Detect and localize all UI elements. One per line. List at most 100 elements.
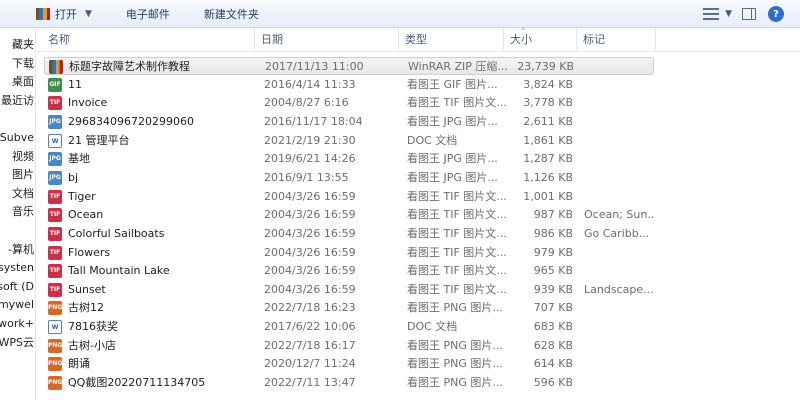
file-name: 7816获奖 — [68, 320, 118, 334]
open-button[interactable]: 打开 ▼ — [30, 3, 98, 25]
nav-item[interactable]: soft (D — [0, 279, 35, 295]
file-row[interactable]: GIF 11 2016/4/14 11:33 看图王 GIF 图片... 3,824 K… — [44, 76, 652, 94]
new-folder-button[interactable]: 新建文件夹 — [198, 3, 265, 25]
nav-item[interactable]: 藏夹 — [0, 37, 35, 53]
nav-item[interactable]: -算机 — [0, 242, 35, 258]
doc-file-icon: W — [48, 320, 62, 335]
file-size: 986 KB — [533, 226, 573, 240]
nav-item[interactable]: 视频 — [0, 149, 35, 165]
file-size: 1,001 KB — [523, 189, 573, 203]
nav-item[interactable]: Subve — [0, 130, 35, 146]
file-row[interactable]: PNG 古树-小店 2022/7/18 16:17 看图王 PNG 图片... 628 … — [44, 337, 652, 355]
nav-item[interactable]: WPS云 — [0, 335, 35, 351]
file-date: 2016/11/17 18:04 — [264, 114, 363, 128]
file-row[interactable]: JPG bj 2016/9/1 13:55 看图王 JPG 图片... 1,126 KB — [44, 169, 652, 187]
file-name: 11 — [68, 77, 82, 91]
file-type: 看图王 PNG 图片... — [407, 376, 503, 390]
file-type: 看图王 PNG 图片... — [407, 357, 503, 371]
email-button[interactable]: 电子邮件 — [120, 3, 176, 25]
file-row[interactable]: W 7816获奖 2017/6/22 10:06 DOC 文档 683 KB — [44, 318, 652, 336]
file-row[interactable]: PNG 古树12 2022/7/18 16:23 看图王 PNG 图片... 707 K… — [44, 299, 652, 317]
file-type: WinRAR ZIP 压缩... — [408, 60, 508, 73]
file-date: 2022/7/11 13:47 — [264, 376, 356, 390]
doc-file-icon: W — [48, 133, 62, 148]
nav-item — [0, 111, 35, 127]
file-row[interactable]: TIF Tiger 2004/3/26 16:59 看图王 TIF 图片文... 1,0… — [44, 188, 652, 206]
nav-item[interactable]: work+ — [0, 316, 35, 332]
file-date: 2019/6/21 14:26 — [264, 152, 356, 166]
file-name: Flowers — [68, 245, 111, 259]
file-row[interactable]: PNG QQ截图20220711134705 2022/7/11 13:47 看图王 … — [44, 374, 652, 392]
file-date: 2022/7/18 16:23 — [264, 301, 356, 315]
file-row[interactable]: JPG 296834096720299060 2016/11/17 18:04 看图王… — [44, 113, 652, 131]
png-file-icon: PNG — [48, 301, 62, 316]
column-name-header[interactable]: 名称 — [42, 28, 254, 52]
nav-item[interactable]: mywel — [0, 297, 35, 313]
column-size-header[interactable]: 大小 — [503, 28, 576, 52]
nav-item[interactable]: 音乐 — [0, 204, 35, 220]
file-tags: Landscape... — [584, 282, 654, 296]
file-row[interactable]: JPG 基地 2019/6/21 14:26 看图王 JPG 图片... 1,287 K… — [44, 150, 652, 168]
file-name: Invoice — [68, 96, 108, 110]
nav-item[interactable]: 图片 — [0, 167, 35, 183]
file-size: 979 KB — [533, 245, 573, 259]
file-row[interactable]: TIF Colorful Sailboats 2004/3/26 16:59 看图王 … — [44, 225, 652, 243]
file-type: 看图王 JPG 图片... — [407, 152, 498, 166]
file-row[interactable]: TIF Invoice 2004/8/27 6:16 看图王 TIF 图片文... 3,… — [44, 94, 652, 112]
navigation-pane: 藏夹下载桌面最近访 Subve 视频图片文档音乐 -算机 systen soft (D my… — [0, 28, 36, 400]
file-name: bj — [68, 170, 79, 184]
nav-item — [0, 223, 35, 239]
preview-pane-icon[interactable] — [742, 8, 756, 20]
file-type: 看图王 TIF 图片文... — [407, 245, 507, 259]
file-row[interactable]: 标题字故障艺术制作教程 2017/11/13 11:00 WinRAR ZIP 压缩… — [44, 57, 654, 75]
view-chevron-down-icon[interactable]: ▼ — [725, 9, 732, 19]
tif-file-icon: TIF — [48, 189, 62, 204]
file-size: 683 KB — [533, 320, 573, 334]
nav-item-label: work+ — [0, 317, 34, 330]
toolbar: 打开 ▼ 电子邮件 新建文件夹 ▼ ? — [0, 0, 800, 28]
nav-item-label: soft (D — [0, 279, 34, 293]
file-type: 看图王 PNG 图片... — [407, 338, 503, 352]
file-size: 3,778 KB — [523, 96, 573, 110]
column-type-header[interactable]: 类型 — [398, 28, 503, 52]
file-name: 古树-小店 — [68, 338, 116, 352]
nav-item-label: -算机 — [8, 242, 34, 256]
tif-file-icon: TIF — [48, 245, 62, 260]
nav-item[interactable]: systen — [0, 260, 35, 276]
tif-file-icon: TIF — [48, 96, 62, 111]
file-row[interactable]: PNG 朗诵 2020/12/7 11:24 看图王 PNG 图片... 614 KB — [44, 355, 652, 373]
chevron-down-icon[interactable]: ▼ — [85, 9, 92, 19]
file-size: 1,287 KB — [523, 152, 573, 166]
file-tags: Go Caribb... — [584, 226, 650, 240]
file-row[interactable]: TIF Sunset 2004/3/26 16:59 看图王 TIF 图片文... 93… — [44, 281, 654, 299]
file-row[interactable]: W 21 管理平台 2021/2/19 21:30 DOC 文档 1,861 KB — [44, 132, 652, 150]
help-icon[interactable]: ? — [768, 6, 784, 22]
file-type: 看图王 TIF 图片文... — [407, 96, 507, 110]
nav-item[interactable]: 文档 — [0, 186, 35, 202]
file-row[interactable]: TIF Flowers 2004/3/26 16:59 看图王 TIF 图片文... 9… — [44, 244, 652, 262]
column-tags-header[interactable]: 标记 — [576, 28, 656, 52]
file-size: 596 KB — [533, 376, 573, 390]
file-name: Tiger — [68, 189, 96, 203]
png-file-icon: PNG — [48, 357, 62, 372]
nav-item-label: 图片 — [12, 168, 34, 182]
png-file-icon: PNG — [48, 376, 62, 391]
file-date: 2017/6/22 10:06 — [264, 320, 356, 334]
file-date: 2004/3/26 16:59 — [264, 282, 356, 296]
file-date: 2004/3/26 16:59 — [264, 189, 356, 203]
file-type: 看图王 GIF 图片... — [407, 77, 498, 91]
file-size: 628 KB — [533, 338, 573, 352]
nav-item[interactable]: 桌面 — [0, 74, 35, 90]
jpg-file-icon: JPG — [48, 152, 62, 167]
column-date-header[interactable]: 日期 — [254, 28, 398, 52]
file-size: 1,126 KB — [523, 170, 573, 184]
nav-item[interactable]: 下载 — [0, 56, 35, 72]
view-options-icon[interactable] — [703, 8, 720, 20]
file-name: 古树12 — [68, 301, 104, 315]
nav-item-label: mywel — [0, 298, 34, 312]
tif-file-icon: TIF — [48, 208, 62, 223]
file-row[interactable]: TIF Tall Mountain Lake 2004/3/26 16:59 看图王 … — [44, 262, 652, 280]
file-row[interactable]: TIF Ocean 2004/3/26 16:59 看图王 TIF 图片文... 987… — [44, 206, 654, 224]
file-date: 2021/2/19 21:30 — [264, 133, 356, 147]
nav-item[interactable]: 最近访 — [0, 93, 35, 109]
